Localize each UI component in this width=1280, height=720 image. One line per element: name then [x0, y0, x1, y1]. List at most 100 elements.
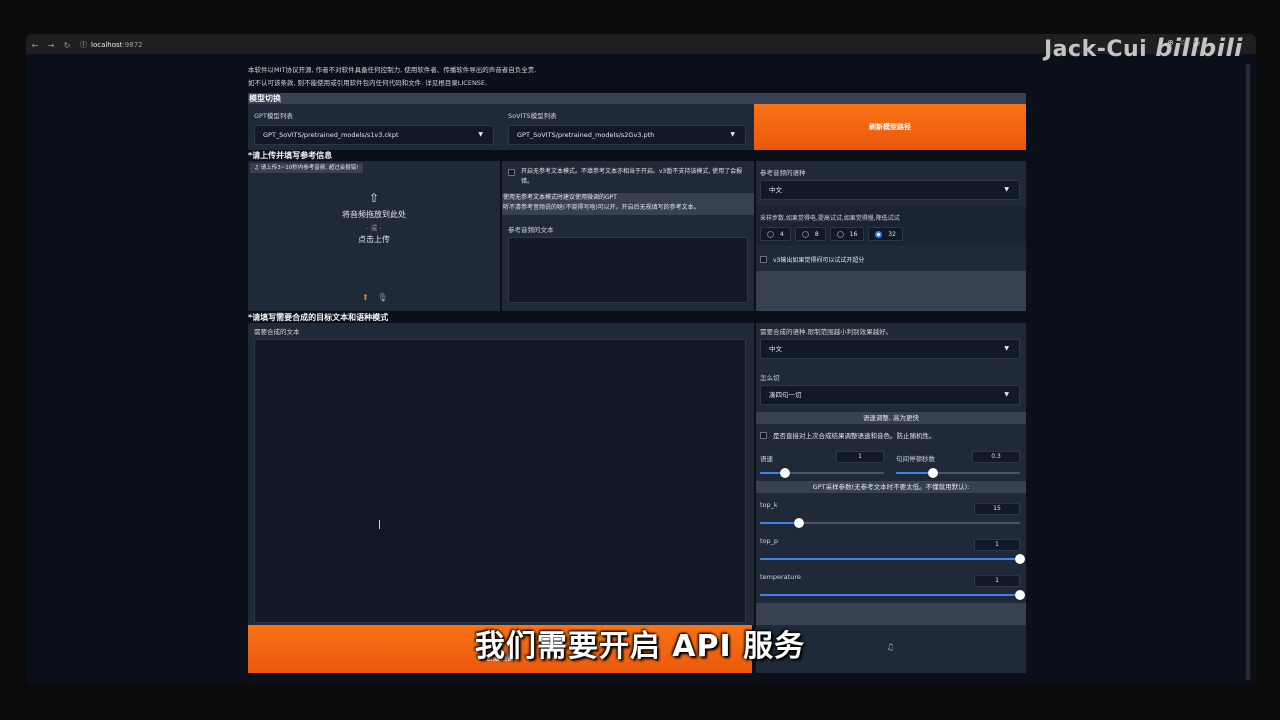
top-p-slider[interactable] [760, 554, 1025, 564]
target-lang-label: 需要合成的语种.限制范围越小判别效果越好。 [760, 328, 893, 336]
target-text-panel: 需要合成的文本 [248, 323, 754, 625]
no-ref-mode-checkbox[interactable] [508, 169, 515, 176]
video-subtitle: 我们需要开启 API 服务 [474, 629, 806, 664]
audio-dropzone[interactable]: ⇧ 将音频拖放到此处 - 或 - 点击上传 [248, 191, 500, 291]
pause-label: 句间停顿秒数 [896, 455, 935, 463]
cut-dropdown[interactable]: 凑四句一切 ▼ [760, 385, 1020, 405]
upload-source-icons: ⬆ 🎙 [362, 293, 387, 302]
refresh-models-button[interactable]: 刷新模型路径 [754, 104, 1026, 150]
speed-title: 语速调整, 高为更快 [756, 412, 1026, 424]
steps-option-32[interactable]: 32 [868, 227, 903, 241]
speed-label: 语速 [760, 455, 773, 463]
pause-number-input[interactable]: 0.3 [972, 451, 1020, 463]
pause-slider-group: 句间停顿秒数 0.3 [892, 446, 1026, 478]
cut-label: 怎么切 [760, 374, 780, 382]
file-upload-icon[interactable]: ⬆ [362, 293, 369, 302]
reference-options-panel: 参考音频的语种 中文 ▼ 采样步数,如果觉得电,提高试试,如果觉得慢,降低试试 … [756, 161, 1026, 311]
steps-group: 采样步数,如果觉得电,提高试试,如果觉得慢,降低试试 4 8 16 32 [756, 205, 1026, 245]
steps-radio-16[interactable] [836, 230, 844, 238]
top-p-number-input[interactable]: 1 [974, 539, 1020, 551]
dropzone-line-2: 点击上传 [358, 235, 390, 244]
top-k-slider-thumb[interactable] [794, 518, 804, 528]
gpt-model-value: GPT_SoVITS/pretrained_models/s1v3.ckpt [263, 131, 399, 139]
forward-icon[interactable]: → [44, 41, 58, 50]
steps-option-16-label: 16 [849, 230, 858, 238]
speed-slider-group: 语速 1 [756, 446, 890, 478]
temperature-slider-thumb[interactable] [1015, 590, 1025, 600]
microphone-icon[interactable]: 🎙 [377, 293, 387, 302]
no-ref-mode-label: 开启无参考文本模式。不填参考文本亦相当于开启。v3暂不支持该模式, 使用了会报错… [521, 168, 743, 185]
gpt-model-dropdown[interactable]: GPT_SoVITS/pretrained_models/s1v3.ckpt ▼ [254, 125, 494, 145]
top-p-slider-thumb[interactable] [1015, 554, 1025, 564]
temperature-slider-fill [760, 594, 1020, 596]
steps-option-8[interactable]: 8 [794, 227, 826, 241]
speed-slider-thumb[interactable] [779, 468, 790, 478]
upload-hint-text: 请上传3~10秒内参考音频, 超过会报错! [260, 165, 359, 171]
steps-radio-32[interactable] [875, 230, 883, 238]
address-bar[interactable]: ⓘ localhost :9872 [80, 40, 143, 50]
steps-option-4-label: 4 [780, 230, 784, 238]
target-text-input[interactable] [254, 339, 746, 623]
ref-lang-label: 参考音频的语种 [760, 169, 806, 177]
sovits-model-dropdown[interactable]: GPT_SoVITS/pretrained_models/s2Gv3.pth ▼ [508, 125, 746, 145]
reference-header: *请上传并填写参考信息 [248, 151, 333, 160]
speed-reuse-row[interactable]: 是否直接对上次合成结果调整语速和音色。防止随机性。 [760, 430, 936, 440]
sovits-model-value: GPT_SoVITS/pretrained_models/s2Gv3.pth [517, 131, 655, 139]
model-switch-header: 模型切换 [248, 93, 1026, 104]
steps-option-4[interactable]: 4 [760, 227, 791, 241]
ref-text-input[interactable] [508, 237, 748, 303]
temperature-label: temperature [760, 573, 801, 581]
reload-icon[interactable]: ↻ [60, 41, 74, 50]
url-host: localhost [91, 41, 123, 49]
temperature-slider[interactable] [760, 590, 1025, 600]
text-cursor [379, 520, 380, 529]
top-k-number-input[interactable]: 15 [974, 503, 1020, 515]
top-k-group: top_k 15 [756, 495, 1026, 529]
cut-value: 凑四句一切 [769, 391, 802, 399]
top-k-slider[interactable] [760, 518, 1020, 528]
model-switch-panel: GPT模型列表 GPT_SoVITS/pretrained_models/s1v… [248, 104, 1026, 150]
pause-slider[interactable] [896, 468, 1020, 478]
back-icon[interactable]: ← [28, 41, 42, 50]
ref-text-label: 参考音频的文本 [508, 226, 554, 234]
audio-upload-panel: ♫ 请上传3~10秒内参考音频, 超过会报错! ⇧ 将音频拖放到此处 - 或 -… [248, 161, 500, 311]
target-lang-value: 中文 [769, 345, 782, 353]
target-lang-dropdown[interactable]: 中文 ▼ [760, 339, 1020, 359]
target-header: *请填写需要合成的目标文本和语种模式 [248, 313, 389, 322]
site-info-icon[interactable]: ⓘ [80, 40, 87, 50]
no-ref-tip-line-1: 使用无参考文本模式时建议使用微调的GPT [503, 194, 617, 201]
speed-reuse-checkbox[interactable] [760, 431, 767, 439]
reference-panel-filler [756, 271, 1026, 311]
ref-lang-dropdown[interactable]: 中文 ▼ [760, 180, 1020, 200]
dropzone-line-1: 将音频拖放到此处 [342, 210, 406, 219]
v3-split-row[interactable]: v3输出如果觉得闷可以试试开超分 [760, 255, 864, 264]
steps-radio-group: 4 8 16 32 [760, 227, 907, 241]
sovits-model-label: SoVITS模型列表 [508, 112, 557, 120]
bilibili-logo: bilibili [1155, 34, 1243, 62]
temperature-number-input[interactable]: 1 [974, 575, 1020, 587]
chevron-down-icon: ▼ [478, 131, 483, 138]
browser-window: ← → ↻ ⓘ localhost :9872 ⊕ ☆ ◉ 本软件以MIT协议开… [26, 34, 1256, 684]
pause-slider-thumb[interactable] [928, 468, 939, 478]
license-notice: 本软件以MIT协议开源, 作者不对软件具备任何控制力, 使用软件者、传播软件导出… [248, 56, 1026, 90]
output-audio-icon: ♫ [886, 643, 895, 653]
no-ref-mode-row[interactable]: 开启无参考文本模式。不填参考文本亦相当于开启。v3暂不支持该模式, 使用了会报错… [508, 167, 748, 187]
url-port: :9872 [122, 41, 143, 49]
chevron-down-icon: ▼ [1004, 345, 1009, 352]
music-note-icon: ♫ [254, 165, 261, 171]
chevron-down-icon: ▼ [1004, 186, 1009, 193]
ref-lang-value: 中文 [769, 186, 782, 194]
page-scrollbar[interactable] [1246, 64, 1250, 680]
temperature-group: temperature 1 [756, 567, 1026, 601]
steps-option-16[interactable]: 16 [829, 227, 865, 241]
no-ref-tip-line-2: 听不清参考音频说的啥(不晓得写啥)可以开。开启后无视填写的参考文本。 [503, 204, 700, 211]
steps-radio-8[interactable] [801, 230, 809, 238]
v3-split-checkbox[interactable] [760, 256, 767, 263]
watermark-author: Jack-Cui [1044, 37, 1148, 62]
top-p-label: top_p [760, 537, 779, 545]
reference-section: *请上传并填写参考信息 ♫ 请上传3~10秒内参考音频, 超过会报错! ⇧ 将音… [248, 150, 1026, 312]
speed-number-input[interactable]: 1 [836, 451, 884, 463]
steps-radio-4[interactable] [767, 230, 774, 238]
model-switch-section: 模型切换 GPT模型列表 GPT_SoVITS/pretrained_model… [248, 93, 1026, 150]
speed-slider[interactable] [760, 468, 884, 478]
